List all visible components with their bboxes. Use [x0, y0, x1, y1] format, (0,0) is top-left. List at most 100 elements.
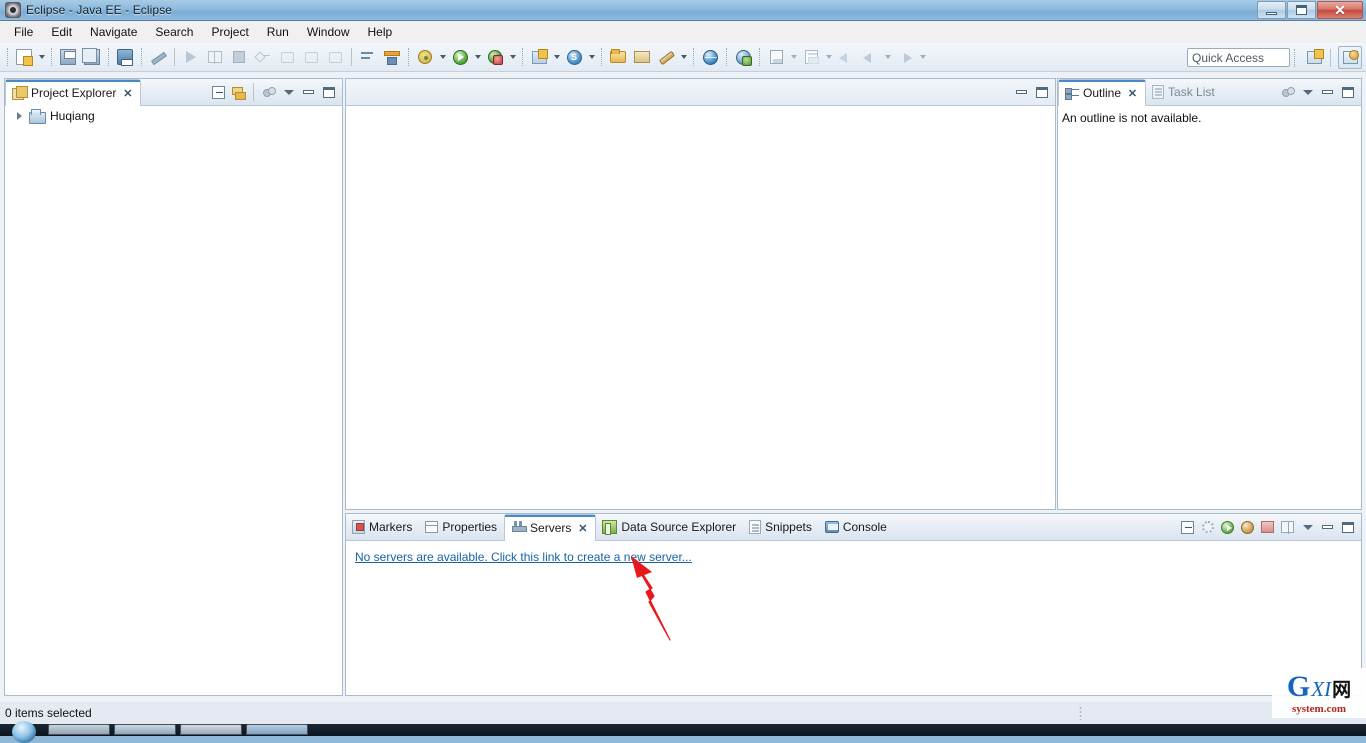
debug-button[interactable] [414, 46, 436, 68]
menu-help[interactable]: Help [359, 22, 402, 42]
tab-project-explorer[interactable]: Project Explorer ✕ [5, 79, 142, 106]
tab-label: Project Explorer [31, 86, 117, 100]
tab-servers[interactable]: Servers ✕ [504, 514, 597, 541]
maximize-button[interactable] [1032, 83, 1051, 102]
menu-edit[interactable]: Edit [42, 22, 81, 42]
taskbar-item[interactable] [114, 724, 176, 735]
maximize-window-button[interactable] [1287, 1, 1316, 19]
step-into-button[interactable] [252, 46, 274, 68]
new-wizard-dropdown[interactable] [36, 46, 47, 68]
link-with-editor-button[interactable] [229, 83, 248, 102]
run-last-tool-button[interactable] [180, 46, 202, 68]
start-orb-icon[interactable] [0, 721, 44, 743]
new-package-dropdown[interactable] [551, 46, 562, 68]
tab-task-list[interactable]: Task List [1146, 79, 1222, 105]
tab-markers[interactable]: Markers [346, 514, 419, 540]
next-annotation-dropdown[interactable] [917, 46, 928, 68]
taskbar-item[interactable] [48, 724, 110, 735]
minimize-button[interactable] [299, 83, 318, 102]
run-as-server-dropdown[interactable] [507, 46, 518, 68]
next-annotation-button[interactable] [894, 46, 916, 68]
publish-button[interactable] [1258, 518, 1277, 537]
minimize-button[interactable] [1318, 518, 1337, 537]
collapse-all-button[interactable] [1178, 518, 1197, 537]
new-sql-file-dropdown[interactable] [823, 46, 834, 68]
open-type-button[interactable] [607, 46, 629, 68]
profile-server-button[interactable] [1238, 518, 1257, 537]
open-perspective-button[interactable] [1302, 46, 1326, 69]
terminate-button[interactable] [228, 46, 250, 68]
open-web-service-button[interactable] [732, 46, 754, 68]
toggle-mark-occurrences-button[interactable] [147, 46, 169, 68]
menu-window[interactable]: Window [298, 22, 359, 42]
chevron-right-icon[interactable] [17, 111, 22, 120]
minimize-button[interactable] [1318, 83, 1337, 102]
run-dropdown[interactable] [472, 46, 483, 68]
view-menu-button[interactable] [1298, 83, 1317, 102]
step-over-button[interactable] [276, 46, 298, 68]
configure-button[interactable] [1278, 518, 1297, 537]
perspective-java-ee-button[interactable] [1338, 46, 1362, 69]
menu-navigate[interactable]: Navigate [81, 22, 146, 42]
maximize-button[interactable] [319, 83, 338, 102]
table-icon [769, 50, 783, 64]
focus-on-active-task-button[interactable] [1278, 83, 1297, 102]
debug-server-button[interactable] [1198, 518, 1217, 537]
view-menu-button[interactable] [1298, 518, 1317, 537]
collapse-all-button[interactable] [209, 83, 228, 102]
save-button[interactable] [57, 46, 79, 68]
print-button[interactable] [114, 46, 136, 68]
status-resize-grip[interactable] [1079, 706, 1082, 720]
tab-console[interactable]: Console [819, 514, 894, 540]
new-class-dropdown[interactable] [586, 46, 597, 68]
taskbar-item[interactable] [246, 724, 308, 735]
new-wizard-button[interactable] [13, 46, 35, 68]
previous-annotation-dropdown[interactable] [882, 46, 893, 68]
debug-dropdown[interactable] [437, 46, 448, 68]
tab-outline[interactable]: Outline ✕ [1058, 79, 1147, 106]
maximize-button[interactable] [1338, 83, 1357, 102]
run-button[interactable] [449, 46, 471, 68]
maximize-button[interactable] [1338, 518, 1357, 537]
menu-search[interactable]: Search [146, 22, 202, 42]
menu-project[interactable]: Project [202, 22, 257, 42]
run-as-server-button[interactable] [484, 46, 506, 68]
step-return-button[interactable] [300, 46, 322, 68]
new-java-ee-artifact-button[interactable] [357, 46, 379, 68]
minimize-icon [1266, 12, 1277, 15]
open-web-browser-button[interactable] [699, 46, 721, 68]
taskbar-item[interactable] [180, 724, 242, 735]
external-tools-dropdown[interactable] [678, 46, 689, 68]
external-tools-button[interactable] [655, 46, 677, 68]
new-table-dropdown[interactable] [788, 46, 799, 68]
tab-data-source-explorer[interactable]: Data Source Explorer [596, 514, 743, 540]
back-to-button[interactable] [835, 46, 857, 68]
tab-snippets[interactable]: Snippets [743, 514, 819, 540]
close-icon[interactable]: ✕ [577, 522, 588, 535]
toolbar-separator [522, 48, 523, 66]
tab-properties[interactable]: Properties [419, 514, 504, 540]
save-all-button[interactable] [81, 46, 103, 68]
close-window-button[interactable]: ✕ [1317, 1, 1363, 19]
menu-run[interactable]: Run [258, 22, 298, 42]
new-sql-file-button[interactable] [800, 46, 822, 68]
close-icon[interactable]: ✕ [1127, 87, 1138, 100]
start-server-button[interactable] [1218, 518, 1237, 537]
minimize-button[interactable] [1012, 83, 1031, 102]
minimize-window-button[interactable] [1257, 1, 1286, 19]
focus-on-active-task-button[interactable] [259, 83, 278, 102]
view-menu-button[interactable] [279, 83, 298, 102]
resume-button[interactable] [324, 46, 346, 68]
new-class-button[interactable]: S [563, 46, 585, 68]
open-resource-button[interactable] [631, 46, 653, 68]
close-icon[interactable]: ✕ [122, 87, 133, 100]
menu-file[interactable]: File [5, 22, 42, 42]
deploy-button[interactable] [381, 46, 403, 68]
toggle-breakpoint-button[interactable] [204, 46, 226, 68]
previous-annotation-button[interactable] [859, 46, 881, 68]
quick-access-input[interactable]: Quick Access [1187, 48, 1290, 67]
new-table-button[interactable] [765, 46, 787, 68]
list-item[interactable]: Huqiang [5, 106, 342, 125]
new-package-button[interactable] [528, 46, 550, 68]
print-icon [117, 49, 133, 66]
